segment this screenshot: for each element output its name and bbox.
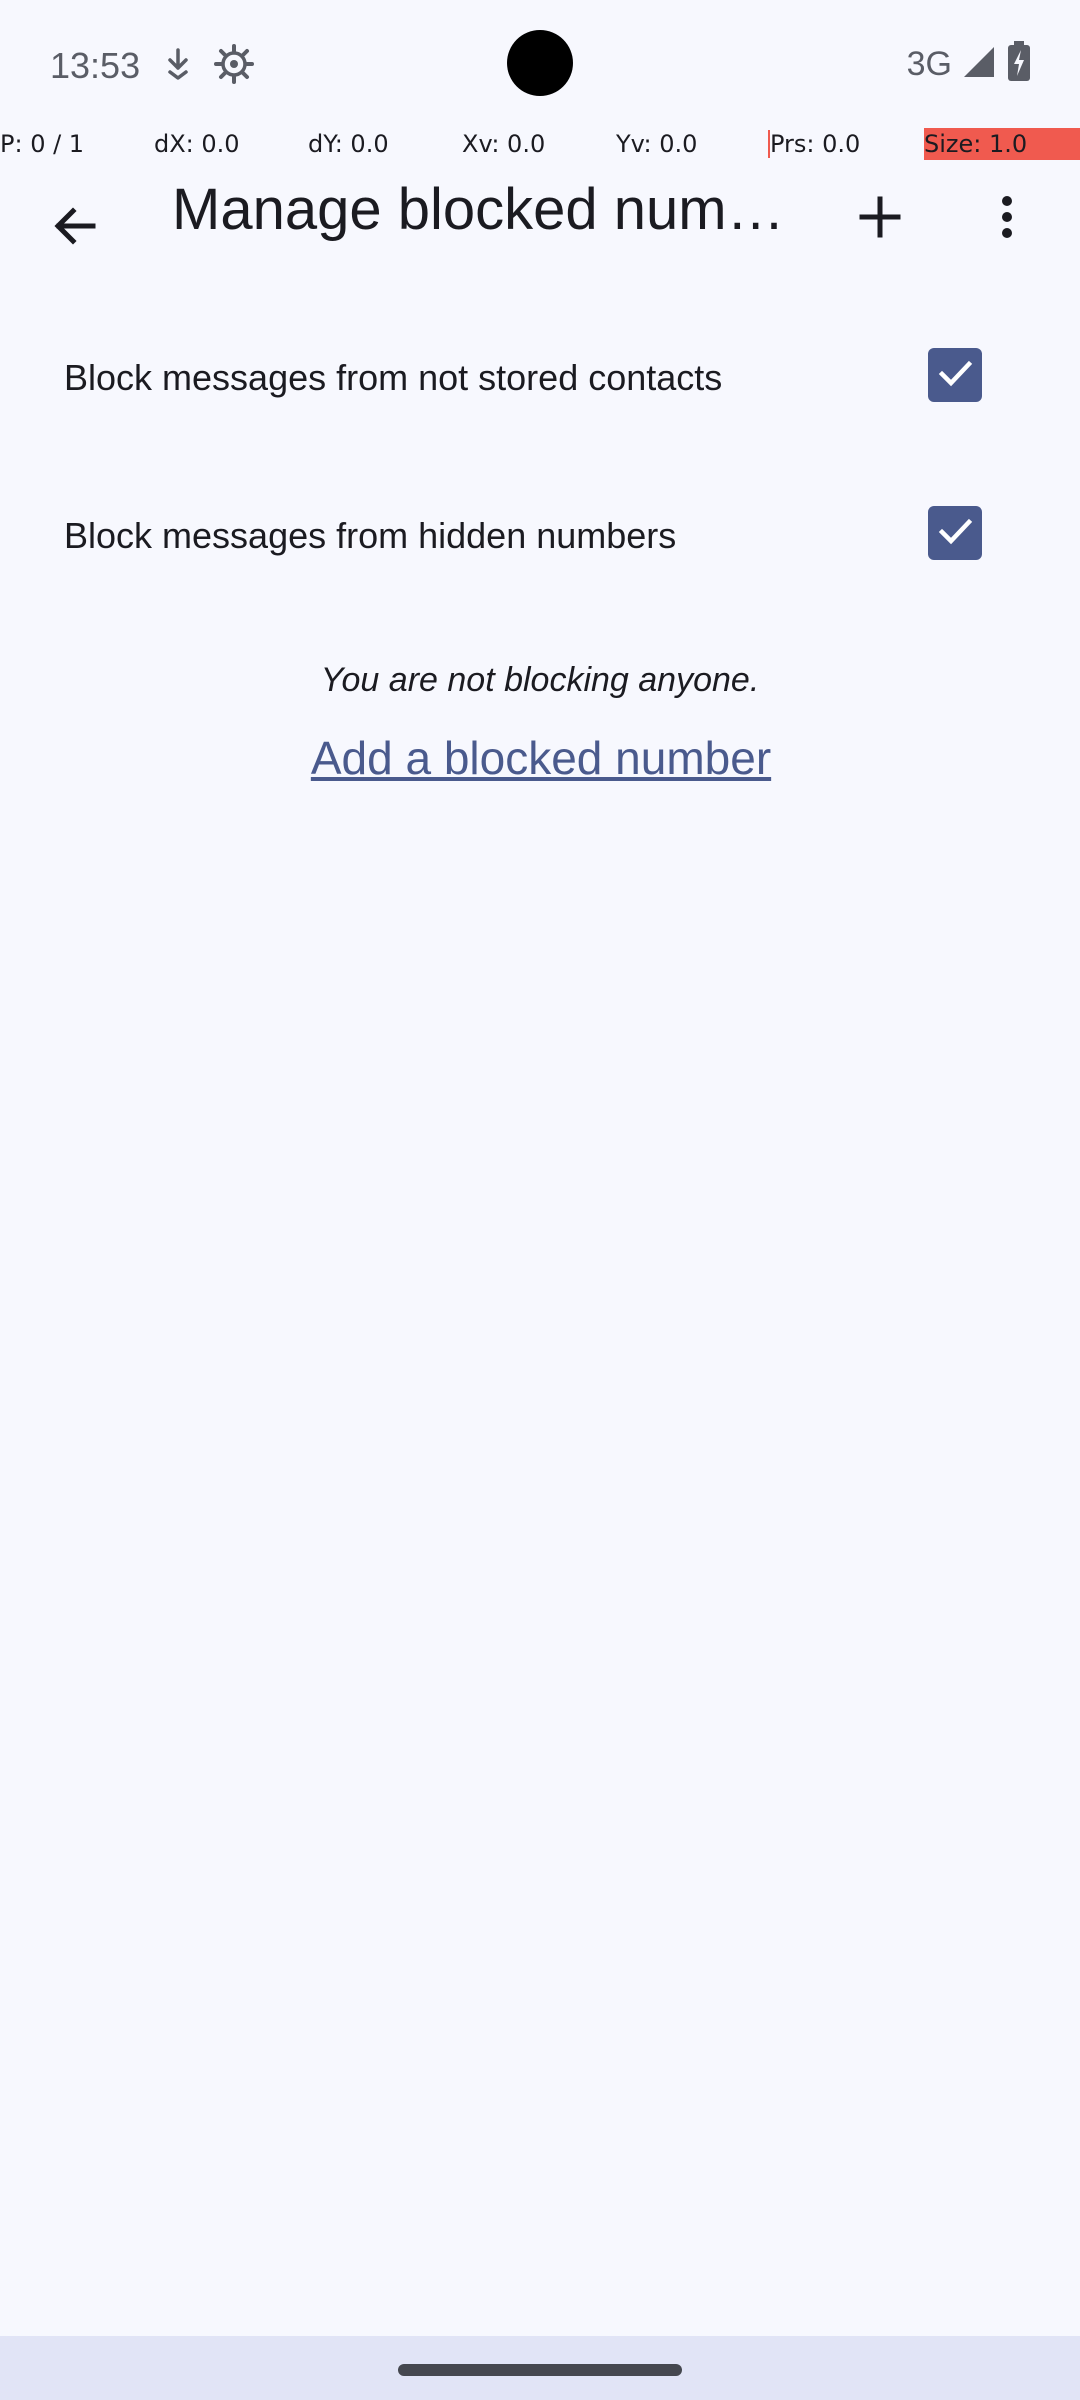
setting-row-block-hidden[interactable]: Block messages from hidden numbers — [10, 454, 1070, 612]
network-type-label: 3G — [906, 45, 952, 83]
empty-state-message: You are not blocking anyone. — [320, 661, 760, 699]
pointer-location-overlay: P: 0 / 1 dX: 0.0 dY: 0.0 Xv: 0.0 Yv: 0.0… — [0, 128, 1080, 160]
download-icon — [156, 42, 200, 86]
block-hidden-checkbox[interactable] — [928, 506, 982, 560]
navigation-bar — [0, 2336, 1080, 2400]
settings-gear-icon — [212, 42, 256, 86]
more-vert-icon — [979, 189, 1035, 250]
signal-icon — [960, 43, 998, 86]
pointer-pressure: Prs: 0.0 — [770, 130, 861, 158]
setting-label-block-hidden: Block messages from hidden numbers — [64, 515, 677, 556]
add-blocked-number-button[interactable] — [818, 160, 942, 278]
plus-icon — [852, 189, 908, 250]
pointer-dx: dX: 0.0 — [154, 130, 240, 158]
status-time: 13:53 — [50, 45, 141, 86]
page-title: Manage blocked numbers — [172, 177, 804, 242]
battery-charging-icon — [1006, 40, 1032, 88]
status-bar: 13:53 3G — [0, 0, 1080, 128]
back-button[interactable] — [12, 172, 138, 284]
top-app-bar: Manage blocked numbers — [0, 160, 1080, 296]
pointer-xv: Xv: 0.0 — [462, 130, 546, 158]
add-blocked-number-link-container[interactable]: Add a blocked number — [282, 702, 798, 830]
block-not-stored-checkbox[interactable] — [928, 348, 982, 402]
check-icon — [935, 353, 975, 398]
pointer-size: Size: 1.0 — [924, 130, 1028, 158]
setting-label-block-not-stored: Block messages from not stored contacts — [64, 357, 723, 398]
pointer-yv: Yv: 0.0 — [616, 130, 698, 158]
gesture-handle[interactable] — [398, 2364, 682, 2376]
status-right-group: 3G — [907, 40, 1032, 88]
add-blocked-number-link[interactable]: Add a blocked number — [304, 730, 778, 786]
camera-cutout — [507, 30, 573, 96]
setting-row-block-not-stored[interactable]: Block messages from not stored contacts — [10, 296, 1070, 454]
pointer-dy: dY: 0.0 — [308, 130, 389, 158]
arrow-back-icon — [47, 198, 103, 259]
blocked-numbers-empty-state: You are not blocking anyone. Add a block… — [0, 616, 1080, 876]
pointer-count: P: 0 / 1 — [0, 130, 85, 158]
check-icon — [935, 511, 975, 556]
more-options-button[interactable] — [944, 160, 1070, 278]
